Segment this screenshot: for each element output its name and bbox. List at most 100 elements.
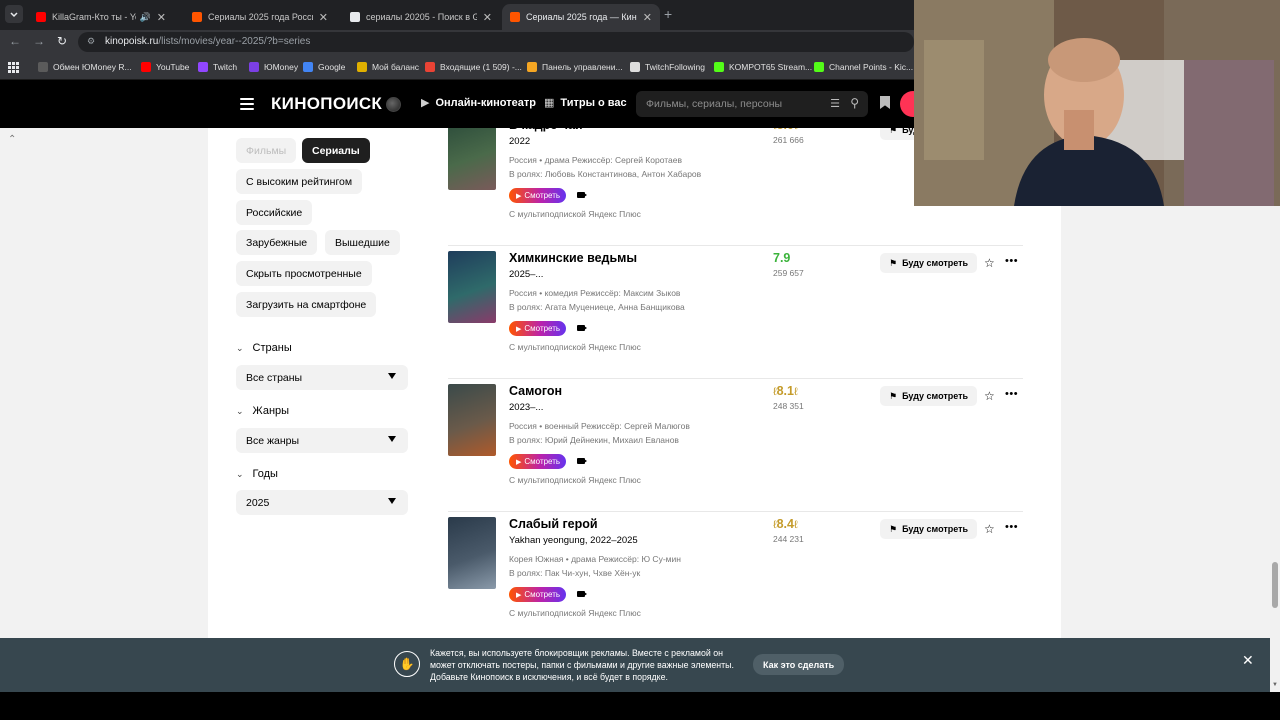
reload-icon[interactable]: ↻ bbox=[57, 34, 67, 48]
filter-countries-toggle[interactable]: ⌄ Страны bbox=[236, 342, 292, 354]
rating-value: 8.1 bbox=[776, 384, 794, 398]
bookmark-item[interactable]: Обмен ЮMoney R... bbox=[38, 60, 132, 74]
poster-image[interactable] bbox=[448, 517, 496, 589]
apps-grid-icon bbox=[38, 62, 48, 72]
bookmark-icon[interactable] bbox=[880, 96, 890, 109]
filter-genres-toggle[interactable]: ⌄ Жанры bbox=[236, 405, 289, 417]
chip-download-phone[interactable]: Загрузить на смартфоне bbox=[236, 292, 377, 317]
back-icon[interactable]: ← bbox=[9, 34, 21, 48]
bookmark-item[interactable]: Channel Points - Kic... bbox=[814, 60, 913, 74]
movie-row[interactable]: Слабый герой Yakhan yeongung, 2022–2025 Ко… bbox=[448, 511, 1023, 650]
movie-title[interactable]: Самогон bbox=[509, 384, 562, 398]
scrollbar-down[interactable]: ▼ bbox=[1270, 638, 1280, 692]
scrollbar-thumb[interactable] bbox=[1272, 562, 1278, 608]
favicon-icon bbox=[350, 12, 360, 22]
nav-online-cinema[interactable]: ▶ Онлайн-кинотеатр bbox=[421, 96, 536, 110]
genres-select[interactable]: Все жанры bbox=[236, 428, 408, 453]
close-icon[interactable]: ✕ bbox=[319, 11, 328, 24]
countries-select[interactable]: Все страны bbox=[236, 365, 408, 390]
bookmark-item[interactable]: Входящие (1 509) -... bbox=[425, 60, 522, 74]
filter-label: Жанры bbox=[252, 405, 290, 417]
poster-image[interactable] bbox=[448, 384, 496, 456]
twitch-icon bbox=[198, 62, 208, 72]
poster-image[interactable] bbox=[448, 128, 496, 190]
watch-button[interactable]: ▶ Смотреть bbox=[509, 454, 567, 469]
poster-image[interactable] bbox=[448, 251, 496, 323]
bookmark-item[interactable]: Мой баланс bbox=[357, 60, 419, 74]
filter-icon[interactable]: ☰ bbox=[830, 97, 840, 110]
subscription-note: С мультиподпиской Яндекс Плюс bbox=[509, 475, 641, 485]
star-icon[interactable]: ☆ bbox=[984, 389, 995, 403]
address-bar[interactable]: ⚙ kinopoisk.ru/lists/movies/year--2025/?… bbox=[78, 32, 914, 52]
bookmark-item[interactable]: KOMPOT65 Stream... bbox=[714, 60, 812, 74]
movie-cast: В ролях: Пак Чи-хун, Чхве Хён-ук bbox=[509, 568, 641, 578]
star-icon[interactable]: ☆ bbox=[984, 256, 995, 270]
more-icon[interactable]: ••• bbox=[1005, 388, 1018, 400]
search-icon[interactable]: ⚲ bbox=[850, 96, 859, 110]
close-icon[interactable]: ✕ bbox=[157, 11, 166, 24]
more-icon[interactable]: ••• bbox=[1005, 521, 1018, 533]
site-info-icon[interactable]: ⚙ bbox=[87, 36, 98, 47]
close-icon[interactable]: ✕ bbox=[483, 11, 492, 24]
trailer-icon[interactable] bbox=[577, 458, 587, 464]
want-to-watch-button[interactable]: ⚑ Буду смотреть bbox=[880, 519, 978, 539]
rating: ℓ8.4ℓ bbox=[773, 517, 798, 531]
new-tab-button[interactable]: + bbox=[664, 6, 672, 22]
nav-titles-about-you[interactable]: ▦ Титры о вас bbox=[544, 96, 627, 110]
chip-russian[interactable]: Российские bbox=[236, 200, 313, 225]
search-input[interactable]: Фильмы, сериалы, персоны ☰ ⚲ bbox=[636, 91, 868, 117]
movie-row[interactable]: Химкинские ведьмы 2025–... Россия • комеди… bbox=[448, 245, 1023, 384]
bookmark-item[interactable]: ЮMoney bbox=[249, 60, 298, 74]
favicon-icon bbox=[510, 12, 520, 22]
tab-search-button[interactable] bbox=[5, 5, 23, 23]
want-label: Буду смотреть bbox=[902, 258, 969, 268]
speaker-icon[interactable]: 🔊 bbox=[140, 12, 151, 23]
chip-foreign[interactable]: Зарубежные bbox=[236, 230, 318, 255]
scroll-up-icon[interactable]: ⌃ bbox=[8, 134, 16, 145]
movie-row[interactable]: Самогон 2023–... Россия • военный Режиссёр… bbox=[448, 378, 1023, 517]
bookmark-item[interactable]: Twitch bbox=[198, 60, 237, 74]
forward-icon[interactable]: → bbox=[33, 34, 45, 48]
menu-icon[interactable] bbox=[240, 98, 254, 110]
laurel-right-icon: ℓ bbox=[793, 386, 798, 398]
trailer-icon[interactable] bbox=[577, 192, 587, 198]
tab-active[interactable]: Сериалы 2025 года — Кинопо ✕ bbox=[502, 4, 660, 30]
apps-icon[interactable] bbox=[8, 60, 19, 73]
chip-high-rating[interactable]: С высоким рейтингом bbox=[236, 169, 363, 194]
tab[interactable]: KillaGram-Кто ты - YouTube 🔊 ✕ bbox=[28, 4, 174, 30]
chip-series[interactable]: Сериалы bbox=[302, 138, 370, 163]
close-icon[interactable]: ✕ bbox=[643, 11, 652, 24]
filter-years-toggle[interactable]: ⌄ Годы bbox=[236, 468, 278, 480]
trailer-icon[interactable] bbox=[577, 591, 587, 597]
bookmark-item[interactable]: Google bbox=[303, 60, 345, 74]
bookmark-label: Google bbox=[318, 62, 346, 72]
bookmark-item[interactable]: YouTube bbox=[141, 60, 189, 74]
years-select[interactable]: 2025 bbox=[236, 490, 408, 515]
close-icon[interactable]: ✕ bbox=[1242, 652, 1254, 669]
watch-button[interactable]: ▶ Смотреть bbox=[509, 188, 567, 203]
watch-button[interactable]: ▶ Смотреть bbox=[509, 587, 567, 602]
star-icon[interactable]: ☆ bbox=[984, 522, 995, 536]
chip-released[interactable]: Вышедшие bbox=[325, 230, 400, 255]
want-to-watch-button[interactable]: ⚑ Буду смотреть bbox=[880, 253, 978, 273]
tab-title: Сериалы 2025 года Россия — bbox=[208, 12, 313, 22]
how-to-button[interactable]: Как это сделать bbox=[753, 654, 845, 675]
play-icon: ▶ bbox=[516, 192, 522, 200]
watch-button[interactable]: ▶ Смотреть bbox=[509, 321, 567, 336]
movie-title[interactable]: Химкинские ведьмы bbox=[509, 251, 637, 265]
kinopoisk-logo[interactable]: КИНОПОИСК bbox=[271, 94, 382, 114]
movie-title[interactable]: Слабый герой bbox=[509, 517, 598, 531]
trailer-icon[interactable] bbox=[577, 325, 587, 331]
scroll-down-icon[interactable]: ▼ bbox=[1272, 682, 1278, 688]
tab[interactable]: Сериалы 2025 года Россия — ✕ bbox=[184, 4, 336, 30]
want-to-watch-button[interactable]: ⚑ Буду смотреть bbox=[880, 386, 978, 406]
more-icon[interactable]: ••• bbox=[1005, 255, 1018, 267]
taskbar-strip bbox=[0, 692, 1280, 720]
tab[interactable]: сериалы 20205 - Поиск в Goo ✕ bbox=[342, 4, 500, 30]
bookmark-plus-icon: ⚑ bbox=[889, 523, 898, 534]
bookmark-item[interactable]: Панель управлени... bbox=[527, 60, 623, 74]
watch-label: Смотреть bbox=[524, 457, 561, 466]
bookmark-item[interactable]: TwitchFollowing bbox=[630, 60, 705, 74]
kick-icon bbox=[814, 62, 824, 72]
chip-hide-watched[interactable]: Скрыть просмотренные bbox=[236, 261, 372, 286]
